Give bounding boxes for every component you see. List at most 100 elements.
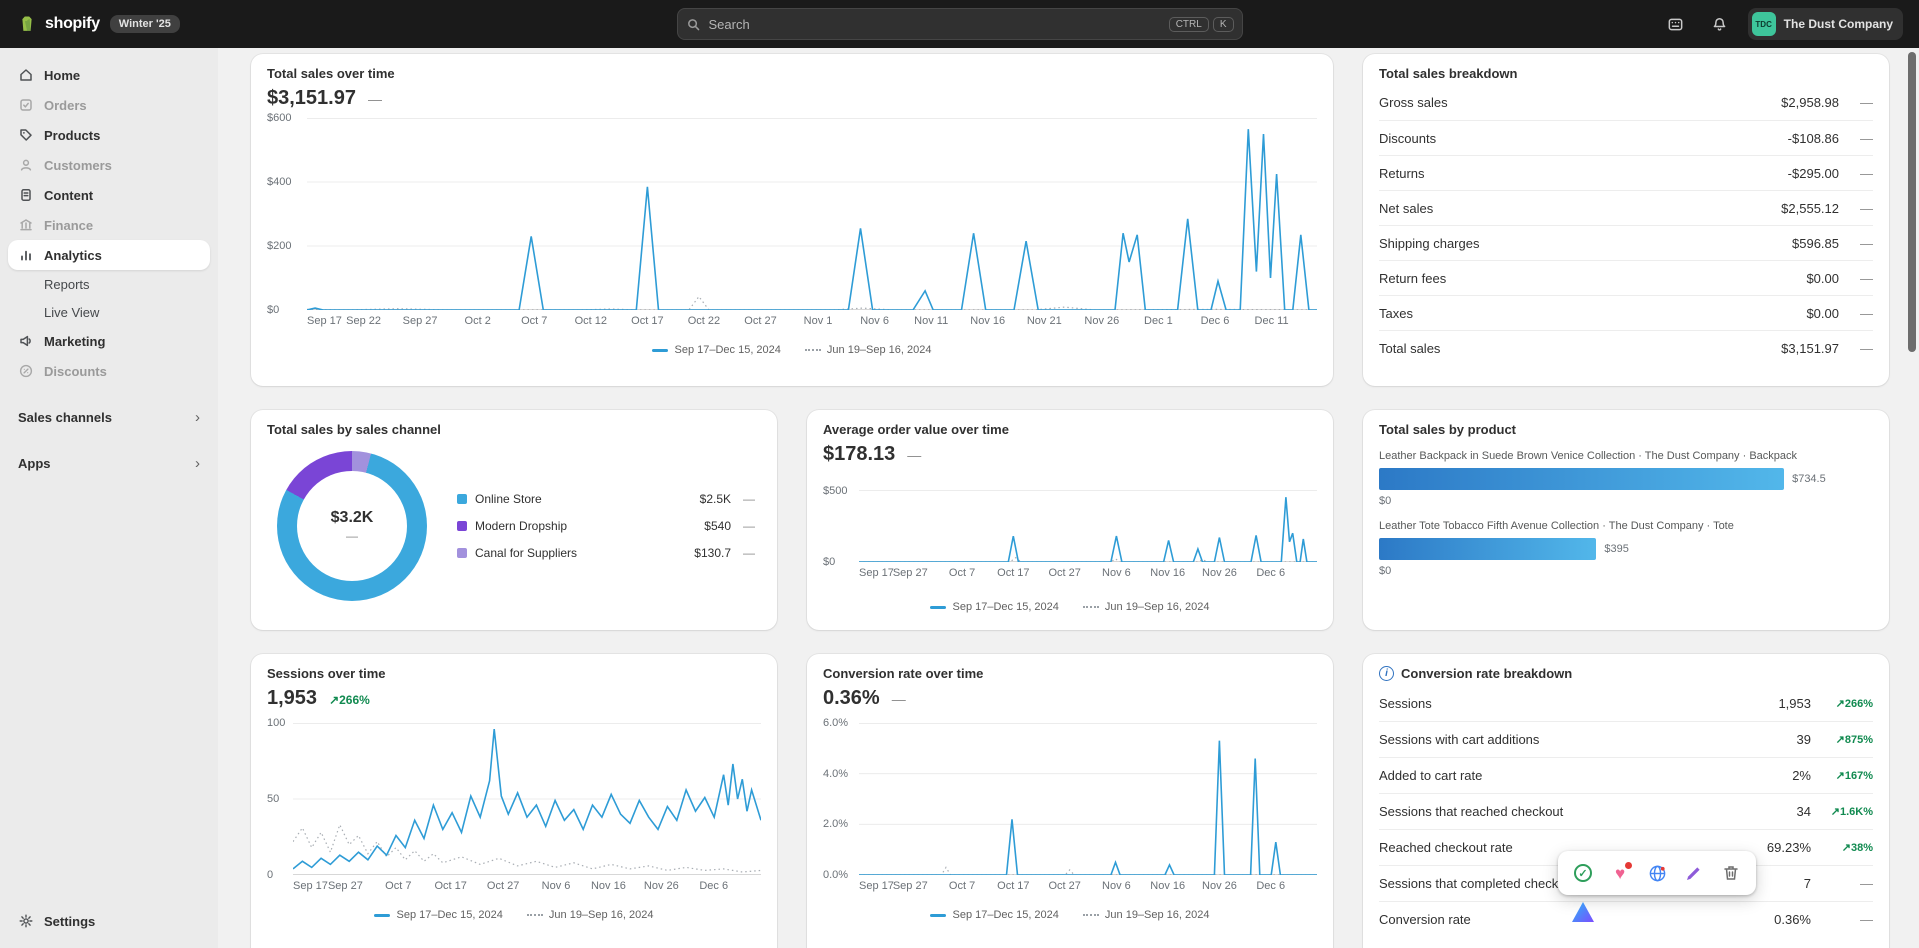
sidebar-item-live-view[interactable]: Live View (8, 298, 210, 326)
y-tick-label: $200 (267, 240, 291, 252)
sidebar-item-products[interactable]: Products (8, 120, 210, 150)
sidebar-item-home[interactable]: Home (8, 60, 210, 90)
version-badge[interactable]: Winter '25 (110, 15, 180, 33)
product-bar-item: Leather Tote Tobacco Fifth Avenue Collec… (1379, 520, 1873, 577)
row-value: -$108.86 (1788, 131, 1839, 146)
table-row: Gross sales$2,958.98— (1379, 85, 1873, 120)
check-circle-icon[interactable]: ✓ (1573, 863, 1593, 883)
shopify-logo[interactable]: shopify (16, 13, 100, 35)
row-change-dash: — (1811, 912, 1873, 927)
heart-icon[interactable]: ♥ (1610, 863, 1630, 883)
x-tick-label: Oct 22 (688, 315, 720, 327)
row-label: Sessions with cart additions (1379, 732, 1797, 747)
search-icon (686, 17, 701, 32)
sidebar-item-label: Content (44, 188, 93, 203)
card-title[interactable]: Total sales breakdown (1379, 66, 1873, 81)
row-label: Return fees (1379, 271, 1806, 286)
card-title[interactable]: Total sales over time (267, 66, 1317, 81)
pen-icon[interactable] (1684, 863, 1704, 883)
x-tick-label: Nov 6 (542, 880, 571, 892)
sidebar-section-sales-channels[interactable]: Sales channels › (8, 402, 210, 432)
sidebar-item-settings[interactable]: Settings (8, 906, 210, 936)
row-change-dash: — (1839, 95, 1873, 110)
row-change-dash: — (731, 546, 755, 560)
card-title[interactable]: Total sales by product (1379, 422, 1873, 437)
card-conversion-rate-breakdown: i Conversion rate breakdown Sessions1,95… (1363, 654, 1889, 948)
info-icon[interactable]: i (1379, 666, 1394, 681)
sidebar-item-label: Home (44, 68, 80, 83)
k-key: K (1213, 17, 1234, 32)
sidebar-item-reports[interactable]: Reports (8, 270, 210, 298)
x-tick-label: Nov 16 (591, 880, 626, 892)
sidebar-item-orders[interactable]: Orders (8, 90, 210, 120)
sidebar-item-finance[interactable]: Finance (8, 210, 210, 240)
y-tick-label: $0 (267, 304, 279, 316)
products-icon (18, 127, 34, 143)
sidebar-item-content[interactable]: Content (8, 180, 210, 210)
donut-delta: — (346, 529, 358, 543)
legend-item: Sep 17–Dec 15, 2024 (930, 601, 1058, 613)
x-tick-label: Dec 6 (1201, 315, 1230, 327)
globe-icon[interactable] (1647, 863, 1667, 883)
card-title[interactable]: Sessions over time (267, 666, 761, 681)
grid-icon[interactable] (1660, 8, 1692, 40)
sidebar-item-label: Analytics (44, 248, 102, 263)
card-sessions-over-time: Sessions over time 1,953 ↗266% 050100 Se… (251, 654, 777, 948)
aov-chart: $0$500 Sep 17Sep 27Oct 7Oct 17Oct 27Nov … (823, 490, 1317, 583)
shopify-wordmark: shopify (45, 15, 100, 33)
x-tick-label: Oct 27 (487, 880, 519, 892)
legend-label: Jun 19–Sep 16, 2024 (1105, 909, 1210, 921)
row-label: Sessions (1379, 696, 1778, 711)
legend-swatch (457, 494, 467, 504)
legend-item: Jun 19–Sep 16, 2024 (1083, 909, 1210, 921)
row-change-dash: — (1839, 131, 1873, 146)
x-tick-label: Dec 6 (1256, 880, 1285, 892)
row-label: Net sales (1379, 201, 1781, 216)
sidebar-item-customers[interactable]: Customers (8, 150, 210, 180)
metric-delta: — (907, 447, 921, 463)
sidebar-item-analytics[interactable]: Analytics (8, 240, 210, 270)
sidebar-section-apps[interactable]: Apps › (8, 448, 210, 478)
x-tick-label: Sep 22 (346, 315, 381, 327)
dotted-line-marker-icon (527, 914, 543, 916)
sidebar-item-marketing[interactable]: Marketing (8, 326, 210, 356)
card-title[interactable]: Conversion rate breakdown (1401, 666, 1572, 681)
dotted-line-marker-icon (1083, 606, 1099, 608)
y-tick-label: 6.0% (823, 717, 848, 729)
card-title[interactable]: Conversion rate over time (823, 666, 1317, 681)
trash-icon[interactable] (1721, 863, 1741, 883)
finance-icon (18, 217, 34, 233)
row-change-dash: — (1839, 341, 1873, 356)
metric-value: $3,151.97 (267, 87, 356, 110)
row-value: 7 (1804, 876, 1811, 891)
x-tick-label: Sep 27 (403, 315, 438, 327)
legend-label: Sep 17–Dec 15, 2024 (952, 909, 1058, 921)
y-tick-label: 0 (267, 869, 273, 881)
search-bar[interactable]: Search CTRL K (677, 8, 1243, 40)
home-icon (18, 67, 34, 83)
card-title[interactable]: Average order value over time (823, 422, 1317, 437)
legend-item: Jun 19–Sep 16, 2024 (1083, 601, 1210, 613)
row-change-dash: — (1839, 201, 1873, 216)
card-average-order-value: Average order value over time $178.13 — … (807, 410, 1333, 630)
chart-legend: Sep 17–Dec 15, 2024Jun 19–Sep 16, 2024 (267, 344, 1317, 356)
row-value: $0.00 (1806, 306, 1839, 321)
vertical-scrollbar[interactable] (1908, 52, 1916, 352)
x-tick-label: Nov 6 (1102, 880, 1131, 892)
sidebar-item-discounts[interactable]: Discounts (8, 356, 210, 386)
legend-item: Sep 17–Dec 15, 2024 (930, 909, 1058, 921)
x-tick-label: Nov 1 (804, 315, 833, 327)
y-tick-label: 100 (267, 717, 285, 729)
channel-legend: Online Store$2.5K—Modern Dropship$540—Ca… (457, 486, 755, 567)
table-row: Added to cart rate2%↗167% (1379, 757, 1873, 793)
legend-item: Jun 19–Sep 16, 2024 (527, 909, 654, 921)
notifications-bell-icon[interactable] (1704, 8, 1736, 40)
channel-value: $540 (704, 519, 731, 533)
card-title[interactable]: Total sales by sales channel (267, 422, 761, 437)
bar-value-label: $734.5 (1792, 473, 1826, 485)
row-value: $596.85 (1792, 236, 1839, 251)
channel-name: Online Store (475, 492, 700, 506)
row-value: $3,151.97 (1781, 341, 1839, 356)
row-label: Sessions that reached checkout (1379, 804, 1797, 819)
store-switcher[interactable]: TDC The Dust Company (1748, 8, 1903, 40)
